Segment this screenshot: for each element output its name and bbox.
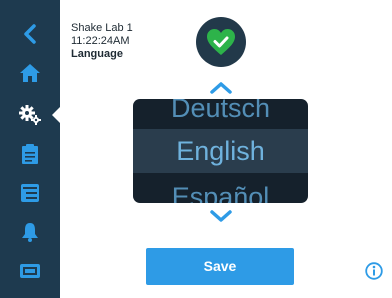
sidebar-item-display[interactable]	[12, 254, 48, 288]
chevron-up-icon	[210, 82, 232, 94]
info-button[interactable]	[365, 262, 383, 280]
device-name: Shake Lab 1	[71, 22, 133, 34]
device-time: 11:22:24AM	[71, 35, 130, 47]
scroll-down-button[interactable]	[208, 207, 234, 225]
status-indicator	[196, 17, 246, 67]
chevron-left-icon	[24, 24, 36, 44]
log-icon	[21, 184, 39, 202]
sidebar-item-protocols[interactable]	[12, 137, 48, 171]
sidebar-item-alarms[interactable]	[12, 215, 48, 249]
back-button[interactable]	[12, 17, 48, 51]
page-title: Language	[71, 48, 123, 60]
clipboard-icon	[22, 144, 38, 164]
language-option-next[interactable]: Español	[133, 175, 308, 203]
heart-check-icon	[207, 29, 235, 55]
save-button[interactable]: Save	[146, 248, 294, 285]
chevron-down-icon	[210, 210, 232, 222]
language-option-previous[interactable]: Deutsch	[133, 99, 308, 123]
sidebar-item-settings[interactable]	[12, 98, 48, 132]
device-info: Shake Lab 1 11:22:24AM Language	[71, 22, 133, 61]
display-icon	[20, 264, 40, 278]
home-icon	[20, 64, 40, 82]
language-option-selected[interactable]: English	[133, 129, 308, 173]
bell-icon	[22, 223, 38, 242]
sidebar-nav	[0, 0, 60, 298]
info-icon	[365, 262, 383, 280]
language-picker[interactable]: Deutsch English Español	[133, 99, 308, 203]
sidebar-item-log[interactable]	[12, 176, 48, 210]
sidebar-item-home[interactable]	[12, 56, 48, 90]
gears-icon	[19, 105, 41, 125]
active-indicator	[52, 107, 60, 123]
scroll-up-button[interactable]	[208, 79, 234, 97]
